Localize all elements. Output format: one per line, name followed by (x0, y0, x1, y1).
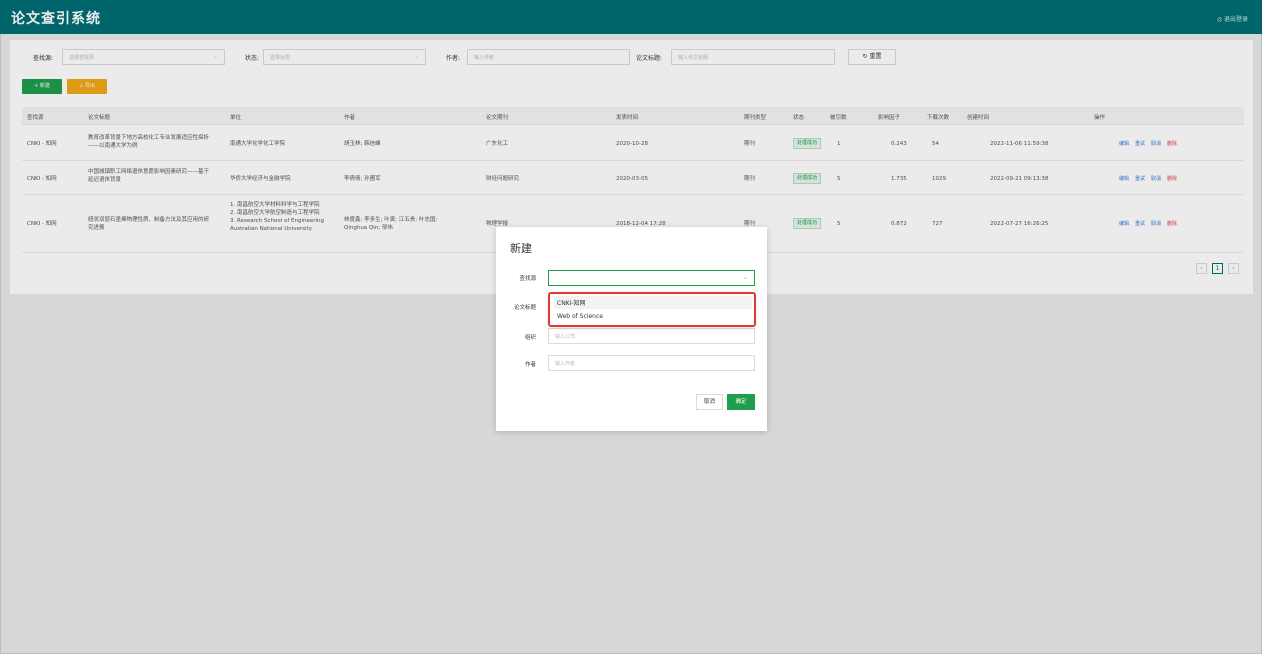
author-placeholder: 输入作者 (555, 361, 576, 367)
new-record-dialog: 新建 查找源 ⌄ 论文标题 组织 输入公司 作者 输入作者 取消 确定 (496, 227, 767, 431)
option-web-of-science[interactable]: Web of Science (554, 311, 752, 322)
confirm-button[interactable]: 确定 (727, 394, 755, 410)
source-field-label: 查找源 (519, 276, 536, 282)
cancel-button[interactable]: 取消 (696, 394, 723, 410)
org-input[interactable]: 输入公司 (548, 328, 755, 344)
option-cnki[interactable]: CNKI-知网 (554, 296, 752, 309)
org-placeholder: 输入公司 (555, 334, 576, 340)
title-field-label: 论文标题 (513, 305, 536, 311)
dialog-title: 新建 (510, 242, 532, 255)
source-select[interactable]: ⌄ (548, 270, 755, 286)
chevron-down-icon: ⌄ (742, 274, 748, 281)
author-input[interactable]: 输入作者 (548, 355, 755, 371)
org-field-label: 组织 (524, 335, 536, 341)
source-dropdown: CNKI-知网 Web of Science (548, 292, 756, 327)
author-field-label: 作者 (524, 362, 536, 368)
